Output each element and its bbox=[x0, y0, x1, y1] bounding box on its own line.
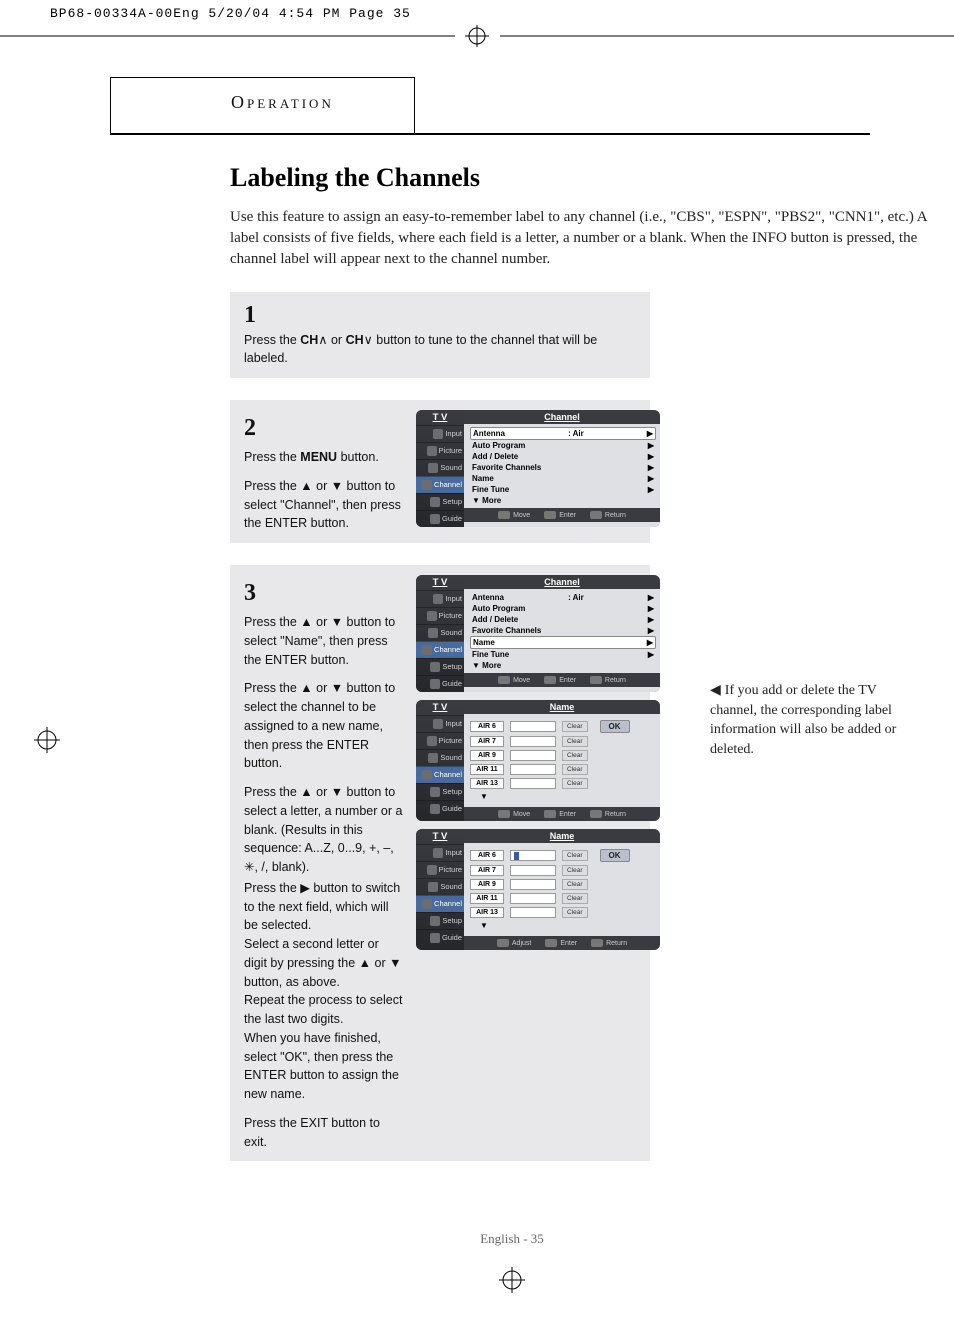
side-note-arrow-icon: ◀ bbox=[710, 683, 721, 698]
ok-button: OK bbox=[600, 720, 630, 733]
osd-channel-antenna: T V Input Picture Sound Channel Setup Gu… bbox=[416, 410, 660, 527]
side-note: ◀If you add or delete the TV channel, th… bbox=[710, 681, 910, 759]
registration-mark-top bbox=[0, 25, 954, 47]
step-2: 2 Press the MENU button. Press the ▲ or … bbox=[230, 400, 650, 543]
step-1: 1 Press the CH∧ or CH∨ button to tune to… bbox=[230, 292, 650, 379]
intro-paragraph: Use this feature to assign an easy-to-re… bbox=[230, 207, 930, 270]
more-caret-icon: ▼ bbox=[470, 792, 654, 805]
step-2-text: 2 Press the MENU button. Press the ▲ or … bbox=[244, 410, 404, 533]
osd-side-guide: Guide bbox=[416, 510, 464, 527]
ch-down-icon: ∨ bbox=[364, 333, 373, 347]
page-footer: English - 35 bbox=[110, 1231, 914, 1247]
osd-row-antenna: Antenna: Air▶ bbox=[470, 427, 656, 440]
step-1-number: 1 bbox=[244, 302, 636, 329]
osd-side-setup: Setup bbox=[416, 493, 464, 510]
osd-side-sound: Sound bbox=[416, 459, 464, 476]
osd-side-picture: Picture bbox=[416, 442, 464, 459]
name-cursor bbox=[514, 852, 519, 860]
registration-mark-left bbox=[34, 727, 60, 758]
osd-side-channel: Channel bbox=[416, 476, 464, 493]
name-row: AIR 6ClearOK bbox=[470, 720, 654, 733]
step-3: 3 Press the ▲ or ▼ button to select "Nam… bbox=[230, 565, 650, 1161]
press-run-line: BP68-00334A-00Eng 5/20/04 4:54 PM Page 3… bbox=[0, 0, 954, 21]
ch-up-icon: ∧ bbox=[318, 333, 327, 347]
osd-channel-name: T V Input Picture Sound Channel Setup Gu… bbox=[416, 575, 660, 692]
step-3-text: 3 Press the ▲ or ▼ button to select "Nam… bbox=[244, 575, 404, 1151]
page-title: Labeling the Channels bbox=[230, 163, 930, 193]
osd-footer: Move Enter Return bbox=[464, 508, 660, 522]
header-rule bbox=[110, 133, 870, 135]
osd-side-input: Input bbox=[416, 425, 464, 442]
osd-row-name: Name▶ bbox=[470, 636, 656, 649]
section-header-box: Operation bbox=[110, 77, 415, 133]
osd-name-list-adjust: T V Input Picture Sound Channel Setup Gu… bbox=[416, 829, 660, 950]
registration-mark-bottom bbox=[110, 1267, 914, 1298]
osd-name-list-move: T V Input Picture Sound Channel Setup Gu… bbox=[416, 700, 660, 821]
step-1-text: Press the CH∧ or CH∨ button to tune to t… bbox=[244, 331, 636, 369]
section-header-label: Operation bbox=[231, 92, 334, 112]
